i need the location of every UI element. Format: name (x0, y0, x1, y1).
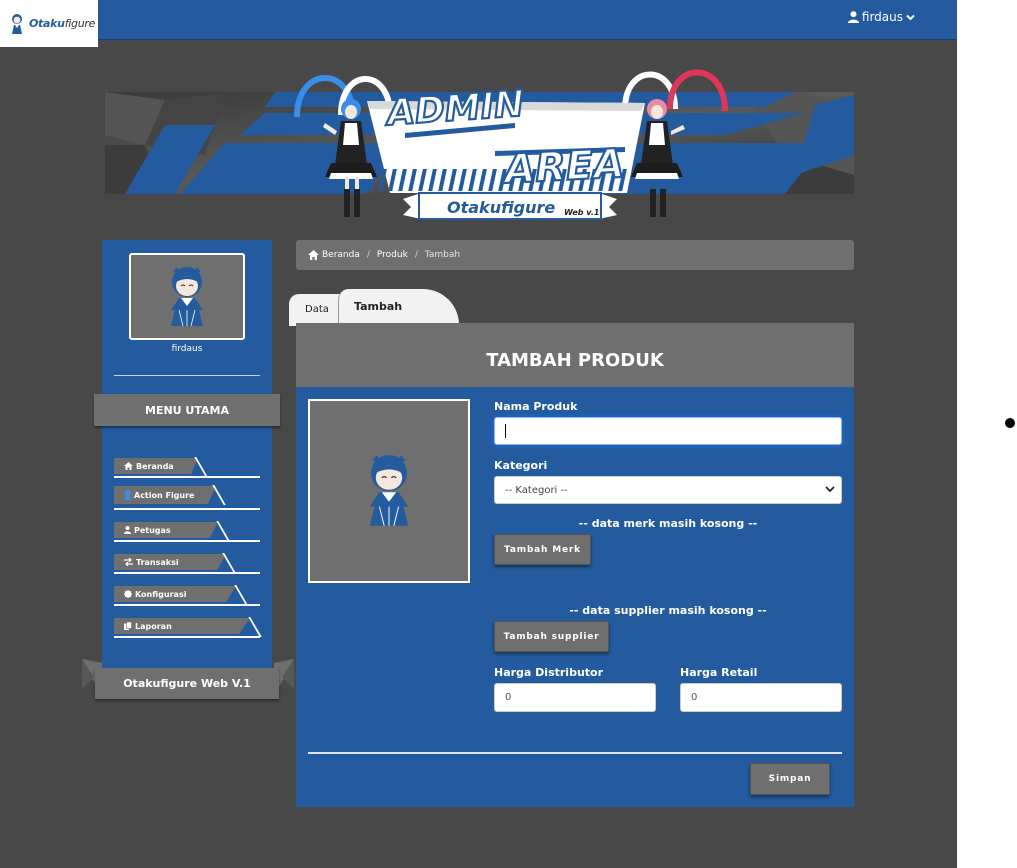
breadcrumb: Beranda / Produk / Tambah (296, 240, 854, 270)
admin-area-banner: ADMIN AREA Otakufigure Web v.1 (105, 69, 854, 220)
divider (194, 457, 208, 477)
tambah-supplier-button[interactable]: Tambah supplier (494, 621, 609, 652)
simpan-button[interactable]: Simpan (750, 763, 830, 795)
harga-retail-input[interactable]: 0 (680, 683, 842, 712)
sidebar-item-konfigurasi[interactable]: Konfigurasi (114, 585, 260, 608)
sidebar-item-beranda[interactable]: Beranda (114, 457, 260, 480)
merk-empty-note: -- data merk masih kosong -- (578, 517, 758, 530)
breadcrumb-produk[interactable]: Produk (377, 250, 408, 260)
divider (114, 476, 260, 478)
app-window: firdaus Otakufigure ADMIN AREA Otakufigu… (0, 0, 957, 868)
breadcrumb-separator: / (414, 250, 418, 260)
banner-ribbon-text: Otakufigure (447, 198, 555, 217)
harga-distributor-value: 0 (505, 692, 512, 703)
sidebar-footer-label: Otakufigure Web V.1 (95, 668, 279, 699)
divider (114, 636, 260, 638)
figure-icon (124, 490, 131, 500)
kategori-select[interactable]: -- Kategori -- (494, 476, 842, 504)
kategori-label: Kategori (494, 459, 548, 472)
home-icon (124, 462, 133, 470)
form-title: TAMBAH PRODUK (296, 323, 854, 387)
sidebar-item-action-figure[interactable]: Action Figure (114, 485, 260, 510)
harga-distributor-input[interactable]: 0 (494, 683, 656, 712)
kategori-selected-value: -- Kategori -- (505, 484, 568, 496)
chevron-down-icon (825, 486, 835, 493)
banner-ribbon-version: Web v.1 (564, 208, 599, 217)
sidebar-item-label: Konfigurasi (135, 589, 187, 599)
sidebar-item-transaksi[interactable]: Transaksi (114, 553, 260, 576)
tab-tambah[interactable]: Tambah (338, 289, 459, 325)
brand-logo[interactable]: Otakufigure (0, 0, 98, 47)
user-icon (847, 11, 859, 23)
chevron-down-icon (906, 14, 915, 20)
breadcrumb-separator: / (366, 250, 370, 260)
user-icon (124, 526, 131, 534)
placeholder-figure-icon (369, 455, 409, 526)
brand-figure-icon (12, 13, 22, 34)
brand-name-prefix: Otaku (29, 17, 65, 30)
cursor-dot (1005, 418, 1015, 428)
username-label: firdaus (861, 10, 903, 24)
product-form: Nama Produk Kategori -- Kategori -- -- d… (296, 387, 854, 807)
divider (234, 585, 248, 605)
harga-retail-label: Harga Retail (680, 666, 758, 679)
text-caret (505, 424, 506, 438)
divider (114, 540, 260, 542)
product-image-preview[interactable] (308, 399, 470, 583)
divider (222, 553, 236, 573)
gear-icon (124, 590, 132, 598)
avatar (129, 253, 245, 340)
top-navbar: firdaus (0, 0, 957, 40)
divider (114, 508, 260, 510)
copy-icon (124, 622, 132, 630)
banner-title-area: AREA (500, 141, 625, 193)
harga-distributor-label: Harga Distributor (494, 666, 604, 679)
divider (216, 521, 230, 541)
breadcrumb-tambah: Tambah (424, 250, 461, 260)
breadcrumb-beranda[interactable]: Beranda (322, 250, 360, 260)
harga-retail-value: 0 (691, 692, 698, 703)
sidebar-username: firdaus (171, 344, 203, 354)
home-icon (308, 250, 319, 260)
brand-name: Otakufigure (29, 17, 95, 30)
sidebar-item-petugas[interactable]: Petugas (114, 521, 260, 544)
nama-produk-label: Nama Produk (494, 400, 578, 413)
divider (114, 604, 260, 606)
sidebar-item-label: Action Figure (134, 490, 195, 500)
supplier-empty-note: -- data supplier masih kosong -- (569, 604, 767, 617)
exchange-icon (124, 558, 133, 566)
divider (114, 375, 260, 376)
sidebar-item-label: Beranda (136, 461, 174, 471)
divider (248, 617, 262, 637)
user-avatar-icon (171, 266, 203, 326)
user-menu[interactable]: firdaus (847, 10, 915, 24)
divider (308, 752, 842, 754)
brand-name-suffix: figure (64, 17, 96, 30)
sidebar-item-label: Transaksi (136, 557, 179, 567)
sidebar-item-label: Petugas (134, 525, 171, 535)
divider (114, 572, 260, 574)
sidebar-item-label: Laporan (135, 621, 172, 631)
tambah-merk-button[interactable]: Tambah Merk (494, 534, 591, 565)
nama-produk-input[interactable] (494, 417, 842, 445)
sidebar-item-laporan[interactable]: Laporan (114, 617, 262, 640)
menu-title: MENU UTAMA (94, 394, 280, 426)
divider (212, 485, 226, 505)
